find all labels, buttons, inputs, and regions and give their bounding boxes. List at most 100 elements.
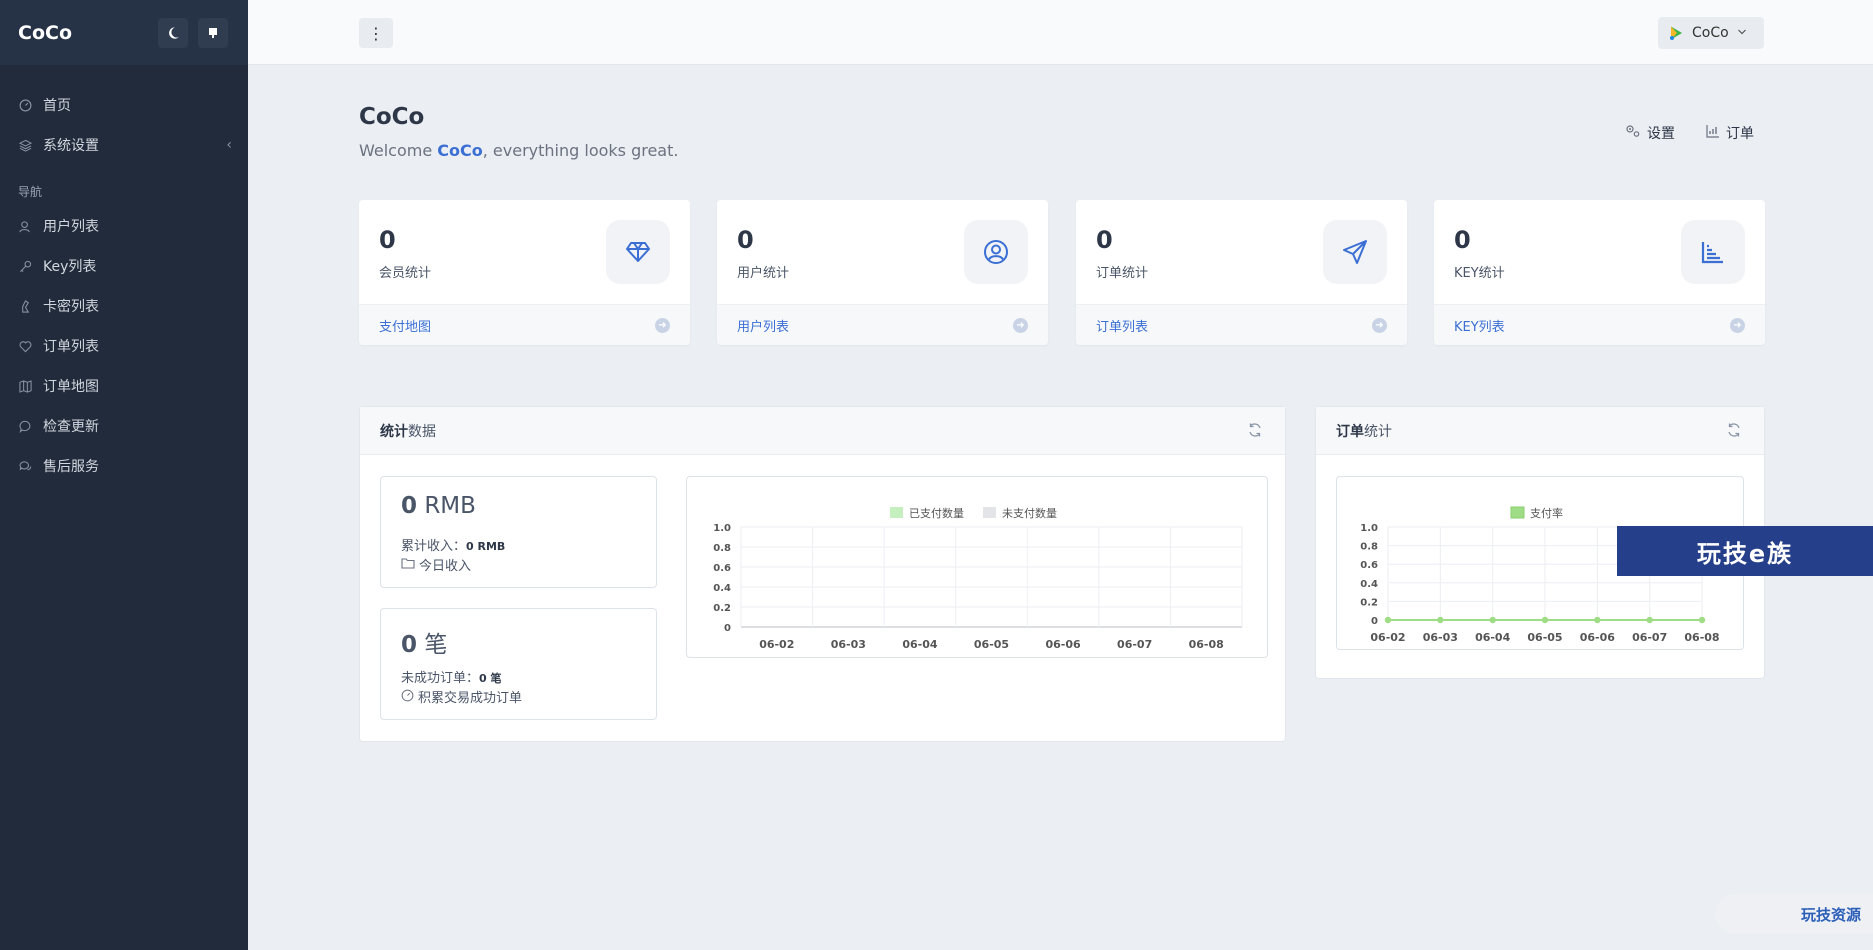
welcome-prefix: Welcome (359, 141, 438, 160)
heart-icon (18, 339, 32, 353)
orders-failed-value: 0 笔 (479, 672, 502, 685)
refresh-icon[interactable] (1726, 422, 1742, 442)
menu-toggle-button[interactable]: ⋮ (359, 18, 393, 48)
sidebar-item-users[interactable]: 用户列表 (0, 206, 248, 246)
stat-card-keys: 0 KEY统计 KEY列表 ➜ (1434, 200, 1765, 345)
sidebar-item-after-sales[interactable]: 售后服务 (0, 446, 248, 486)
sidebar-nav: 首页 系统设置 ‹ 导航 用户列表 Key列表 卡密列表 订单列表 订单地图 检… (0, 65, 248, 486)
stat-footer-link[interactable]: 订单列表 ➜ (1076, 304, 1407, 345)
arrow-right-circle-icon: ➜ (1730, 318, 1745, 333)
header-settings-link[interactable]: 设置 (1625, 123, 1675, 143)
bookmark-icon (209, 28, 217, 38)
orders-value: 0 (401, 632, 418, 658)
folder-icon (401, 557, 415, 572)
x-tick-label: 06-07 (1632, 631, 1667, 644)
stat-value: 0 (737, 226, 754, 254)
sidebar-section-label: 导航 (18, 185, 43, 199)
orders-bar-chart: 已支付数量 未支付数量 1.0 0.8 0.6 0.4 0.2 0 06-02 06-03 06-0… (686, 476, 1268, 658)
arrow-right-circle-icon: ➜ (1372, 318, 1387, 333)
legend-swatch (1510, 506, 1525, 519)
map-icon (18, 379, 32, 393)
watermark-corner: 玩技资源 (1715, 894, 1873, 934)
data-point (1489, 616, 1496, 624)
stat-label: KEY统计 (1454, 266, 1505, 281)
panel-title-rest: 数据 (408, 423, 436, 440)
sidebar-item-label: 订单地图 (43, 379, 99, 395)
refresh-icon[interactable] (1247, 422, 1263, 442)
orders-failed: 未成功订单：0 笔 (401, 667, 502, 686)
chat-icon (18, 419, 32, 433)
sidebar-item-orders[interactable]: 订单列表 (0, 326, 248, 366)
stat-footer-link[interactable]: 用户列表 ➜ (717, 304, 1048, 345)
welcome-suffix: , everything looks great. (482, 141, 679, 160)
income-today-label: 今日收入 (419, 559, 472, 574)
sidebar-item-check-updates[interactable]: 检查更新 (0, 406, 248, 446)
data-point (1437, 616, 1444, 624)
income-total: 累计收入：0 RMB (401, 535, 505, 554)
data-point (1646, 616, 1653, 624)
watermark-banner: 玩技e族 (1617, 526, 1873, 576)
settings-link-label: 设置 (1647, 126, 1675, 142)
stat-card-members: 0 会员统计 支付地图 ➜ (359, 200, 690, 345)
stat-link-label: 订单列表 (1096, 319, 1149, 335)
x-tick-label: 06-04 (902, 638, 938, 651)
welcome-name-link[interactable]: CoCo (437, 141, 482, 160)
chevron-down-icon (1737, 27, 1747, 40)
sidebar-item-system-settings[interactable]: 系统设置 ‹ (0, 125, 248, 165)
income-total-label: 累计收入： (401, 539, 467, 554)
x-tick-label: 06-05 (974, 638, 1009, 651)
orders-big: 0 笔 (401, 625, 447, 659)
layers-icon (18, 138, 32, 152)
panel-title-bold: 统计 (380, 423, 408, 440)
y-tick-label: 0.6 (1360, 560, 1378, 571)
y-tick-label: 1.0 (713, 523, 731, 534)
stat-footer-link[interactable]: 支付地图 ➜ (359, 304, 690, 345)
dashboard-icon (18, 98, 32, 112)
user-name: CoCo (1692, 25, 1729, 41)
sidebar-item-label: 系统设置 (43, 138, 99, 154)
x-tick-label: 06-02 (1370, 631, 1405, 644)
user-menu-dropdown[interactable]: CoCo (1658, 17, 1764, 49)
x-tick-label: 06-06 (1580, 631, 1616, 644)
sidebar-item-label: 检查更新 (43, 419, 99, 435)
y-tick-label: 0 (1371, 616, 1378, 627)
x-tick-label: 06-07 (1117, 638, 1152, 651)
pin-sidebar-button[interactable] (198, 18, 228, 48)
orders-success: 积累交易成功订单 (401, 687, 522, 706)
dark-mode-toggle[interactable] (158, 18, 188, 48)
chat-bubbles-icon (18, 459, 32, 473)
stat-footer-link[interactable]: KEY列表 ➜ (1434, 304, 1765, 345)
header-orders-link[interactable]: 订单 (1706, 123, 1754, 143)
data-point (1594, 616, 1601, 624)
sidebar-item-cards[interactable]: 卡密列表 (0, 286, 248, 326)
arrow-right-circle-icon: ➜ (1013, 318, 1028, 333)
sidebar-item-label: 售后服务 (43, 459, 99, 475)
sidebar-item-keys[interactable]: Key列表 (0, 246, 248, 286)
arrow-right-circle-icon: ➜ (655, 318, 670, 333)
x-tick-label: 06-03 (831, 638, 866, 651)
topbar: ⋮ CoCo (248, 0, 1873, 65)
diamond-icon (606, 220, 670, 284)
stat-label: 会员统计 (379, 266, 432, 281)
paper-plane-icon (1323, 220, 1387, 284)
legend-label: 未支付数量 (1002, 507, 1057, 520)
x-tick-label: 06-04 (1475, 631, 1511, 644)
sidebar: CoCo 首页 系统设置 ‹ 导航 用户列表 Key列表 卡密列表 订单列表 订… (0, 0, 248, 950)
sidebar-item-home[interactable]: 首页 (0, 85, 248, 125)
stat-value: 0 (1096, 226, 1113, 254)
y-tick-label: 0.4 (1360, 579, 1378, 590)
users-icon (18, 219, 32, 233)
orders-link-label: 订单 (1726, 126, 1754, 142)
user-circle-icon (964, 220, 1028, 284)
brand-logo-text[interactable]: CoCo (18, 22, 72, 44)
stat-label: 用户统计 (737, 266, 790, 281)
orders-success-label: 积累交易成功订单 (418, 691, 523, 706)
chevron-left-icon: ‹ (226, 137, 232, 153)
stat-link-label: KEY列表 (1454, 319, 1505, 335)
gears-icon (1625, 124, 1641, 142)
sidebar-item-label: 卡密列表 (43, 299, 99, 315)
income-value: 0 (401, 493, 418, 519)
sidebar-item-order-map[interactable]: 订单地图 (0, 366, 248, 406)
y-tick-label: 0.2 (713, 603, 731, 614)
income-today: 今日收入 (401, 555, 471, 574)
